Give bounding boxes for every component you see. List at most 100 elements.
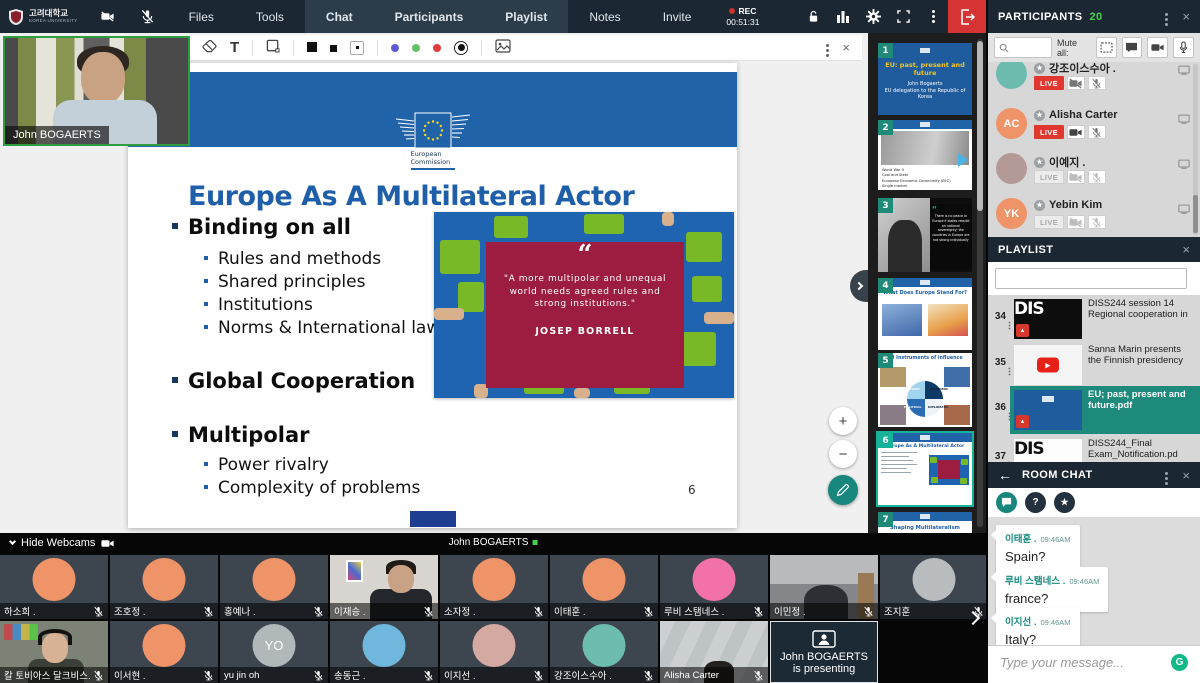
screen-icon[interactable] [1178, 111, 1190, 129]
stroke-size-medium[interactable] [330, 40, 337, 55]
draw-button[interactable] [828, 475, 858, 505]
menu-files[interactable]: Files [168, 0, 235, 33]
mic-off-toggle[interactable] [1088, 76, 1106, 90]
webcam-tile[interactable]: 송동근 . [330, 621, 438, 683]
menu-tools[interactable]: Tools [235, 0, 305, 33]
webcam-tile[interactable]: 루비 스탬네스 . [660, 555, 768, 619]
insert-image-tool[interactable] [495, 39, 511, 56]
stroke-size-small-selected[interactable] [350, 41, 364, 55]
toolbar-more-button[interactable] [826, 40, 829, 55]
strip-scroll-right-button[interactable] [968, 611, 978, 626]
camera-off-button[interactable] [88, 0, 128, 33]
thumbnails-scrollbar[interactable] [977, 39, 983, 527]
lock-button[interactable] [798, 0, 828, 33]
presenter-webcam[interactable]: John BOGAERTS [3, 36, 190, 146]
participant-row[interactable]: ★이예지 . LIVE [988, 148, 1200, 193]
leave-room-button[interactable] [948, 0, 986, 33]
menu-chat[interactable]: Chat [305, 0, 374, 33]
mic-off-toggle[interactable] [1088, 125, 1106, 139]
webcam-tile[interactable]: 이태훈 . [550, 555, 658, 619]
participant-row[interactable]: YK ★Yebin Kim LIVE [988, 193, 1200, 237]
camera-off-toggle[interactable] [1067, 76, 1085, 90]
chat-filter-all[interactable] [996, 492, 1017, 513]
kebab-icon[interactable] [1009, 371, 1011, 373]
playlist-close-button[interactable]: × [1182, 242, 1190, 257]
mic-all-button[interactable] [1173, 37, 1194, 58]
kebab-icon[interactable] [1009, 416, 1011, 418]
webcam-tile[interactable]: 이지선 . [440, 621, 548, 683]
color-black-selected[interactable] [454, 41, 468, 55]
playlist-search-input[interactable] [995, 268, 1187, 289]
screen-icon[interactable] [1178, 201, 1190, 219]
mic-off-button[interactable] [128, 0, 168, 33]
menu-playlist[interactable]: Playlist [484, 0, 568, 33]
slide-thumbnail-7[interactable]: 7 Shaping Multilateralism [878, 512, 972, 533]
slide-thumbnail-2[interactable]: 2 World War II Coal and Steel European E… [878, 120, 972, 190]
webcam-tile-video[interactable]: 이재승 . [330, 555, 438, 619]
chat-message-input[interactable] [998, 654, 1148, 671]
participants-search[interactable] [994, 37, 1052, 58]
camera-all-button[interactable] [1147, 37, 1168, 58]
participants-more-button[interactable] [1165, 9, 1168, 24]
camera-on-toggle[interactable] [1067, 125, 1085, 139]
playlist-item[interactable]: 37 DIS DISS244_Final Exam_Notification.p… [988, 437, 1200, 462]
webcam-tile[interactable]: 강조이스수아 . [550, 621, 658, 683]
hide-webcams-toggle[interactable]: Hide Webcams [10, 537, 95, 549]
chat-back-button[interactable]: ← [998, 467, 1012, 483]
eraser-tool[interactable] [202, 40, 217, 56]
scrollbar-thumb[interactable] [977, 41, 983, 211]
webcam-tile-video[interactable]: 이민정 . [770, 555, 878, 619]
playlist-item[interactable]: 35 ▶ Sanna Marin presents the Finnish pr… [988, 343, 1200, 387]
slide-thumbnail-1[interactable]: 1 EU: past, present and future John Boga… [878, 43, 972, 115]
slide-thumbnail-6-current[interactable]: 6 Europe As A Multilateral Actor [878, 433, 972, 505]
grammarly-icon[interactable]: G [1171, 654, 1188, 671]
color-green[interactable] [412, 40, 420, 55]
webcam-tile[interactable]: 조지훈 [880, 555, 986, 619]
chat-close-button[interactable]: × [1182, 468, 1190, 483]
webcam-tile[interactable]: YOyu jin oh [220, 621, 328, 683]
recording-indicator[interactable]: REC 00:51:31 [726, 6, 759, 26]
chat-more-button[interactable] [1165, 468, 1168, 483]
participants-scrollbar[interactable] [1193, 64, 1198, 235]
playlist-item-selected[interactable]: 36 ▲ EU; past, present and future.pdf [988, 388, 1200, 432]
slide-thumbnail-4[interactable]: 4 What Does Europe Stand For? [878, 278, 972, 350]
chat-all-button[interactable] [1122, 37, 1143, 58]
more-options-button[interactable] [918, 0, 948, 33]
collapse-thumbnails-button[interactable] [850, 270, 868, 302]
slide-thumbnail-3[interactable]: 3 “There is no peace in Europe if states… [878, 198, 972, 272]
screen-icon[interactable] [1178, 62, 1190, 80]
webcam-tile[interactable]: 소자정 . [440, 555, 548, 619]
stroke-size-large[interactable] [307, 40, 317, 55]
zoom-in-button[interactable]: + [829, 407, 857, 435]
menu-invite[interactable]: Invite [642, 0, 713, 33]
webcam-tile-video[interactable]: 칼 토비아스 달크비스... [0, 621, 108, 683]
fullscreen-button[interactable] [888, 0, 918, 33]
scrollbar-thumb[interactable] [1193, 195, 1198, 233]
webcam-tile[interactable]: 홍예나 . [220, 555, 328, 619]
toolbar-close-button[interactable]: × [842, 40, 850, 55]
broadcast-all-button[interactable] [1096, 37, 1117, 58]
participant-row[interactable]: ★강조이스수아 . LIVE [988, 62, 1200, 93]
settings-button[interactable] [858, 0, 888, 33]
participants-search-input[interactable] [1009, 42, 1049, 54]
mic-off-toggle[interactable] [1088, 215, 1106, 229]
color-red[interactable] [433, 40, 441, 55]
shape-tool[interactable] [266, 39, 280, 56]
screen-icon[interactable] [1178, 156, 1190, 174]
webcam-tile[interactable]: 이서현 . [110, 621, 218, 683]
menu-participants[interactable]: Participants [374, 0, 485, 33]
camera-off-toggle[interactable] [1067, 215, 1085, 229]
participant-row[interactable]: AC ★Alisha Carter LIVE [988, 103, 1200, 148]
playlist-item[interactable]: 34 DIS▲ DISS244 session 14 Regional coop… [988, 297, 1200, 341]
presenter-status-tile[interactable]: John BOGAERTSis presenting [770, 621, 878, 683]
text-tool[interactable]: T [230, 40, 239, 55]
webcam-tile-video[interactable]: Alisha Carter [660, 621, 768, 683]
color-blue[interactable] [391, 40, 399, 55]
zoom-out-button[interactable]: − [829, 440, 857, 468]
chat-filter-starred[interactable]: ★ [1054, 492, 1075, 513]
webcam-tile[interactable]: 하소희 . [0, 555, 108, 619]
menu-notes[interactable]: Notes [568, 0, 641, 33]
kebab-icon[interactable] [1009, 325, 1011, 327]
camera-off-toggle[interactable] [1067, 170, 1085, 184]
webcam-tile[interactable]: 조호정 . [110, 555, 218, 619]
